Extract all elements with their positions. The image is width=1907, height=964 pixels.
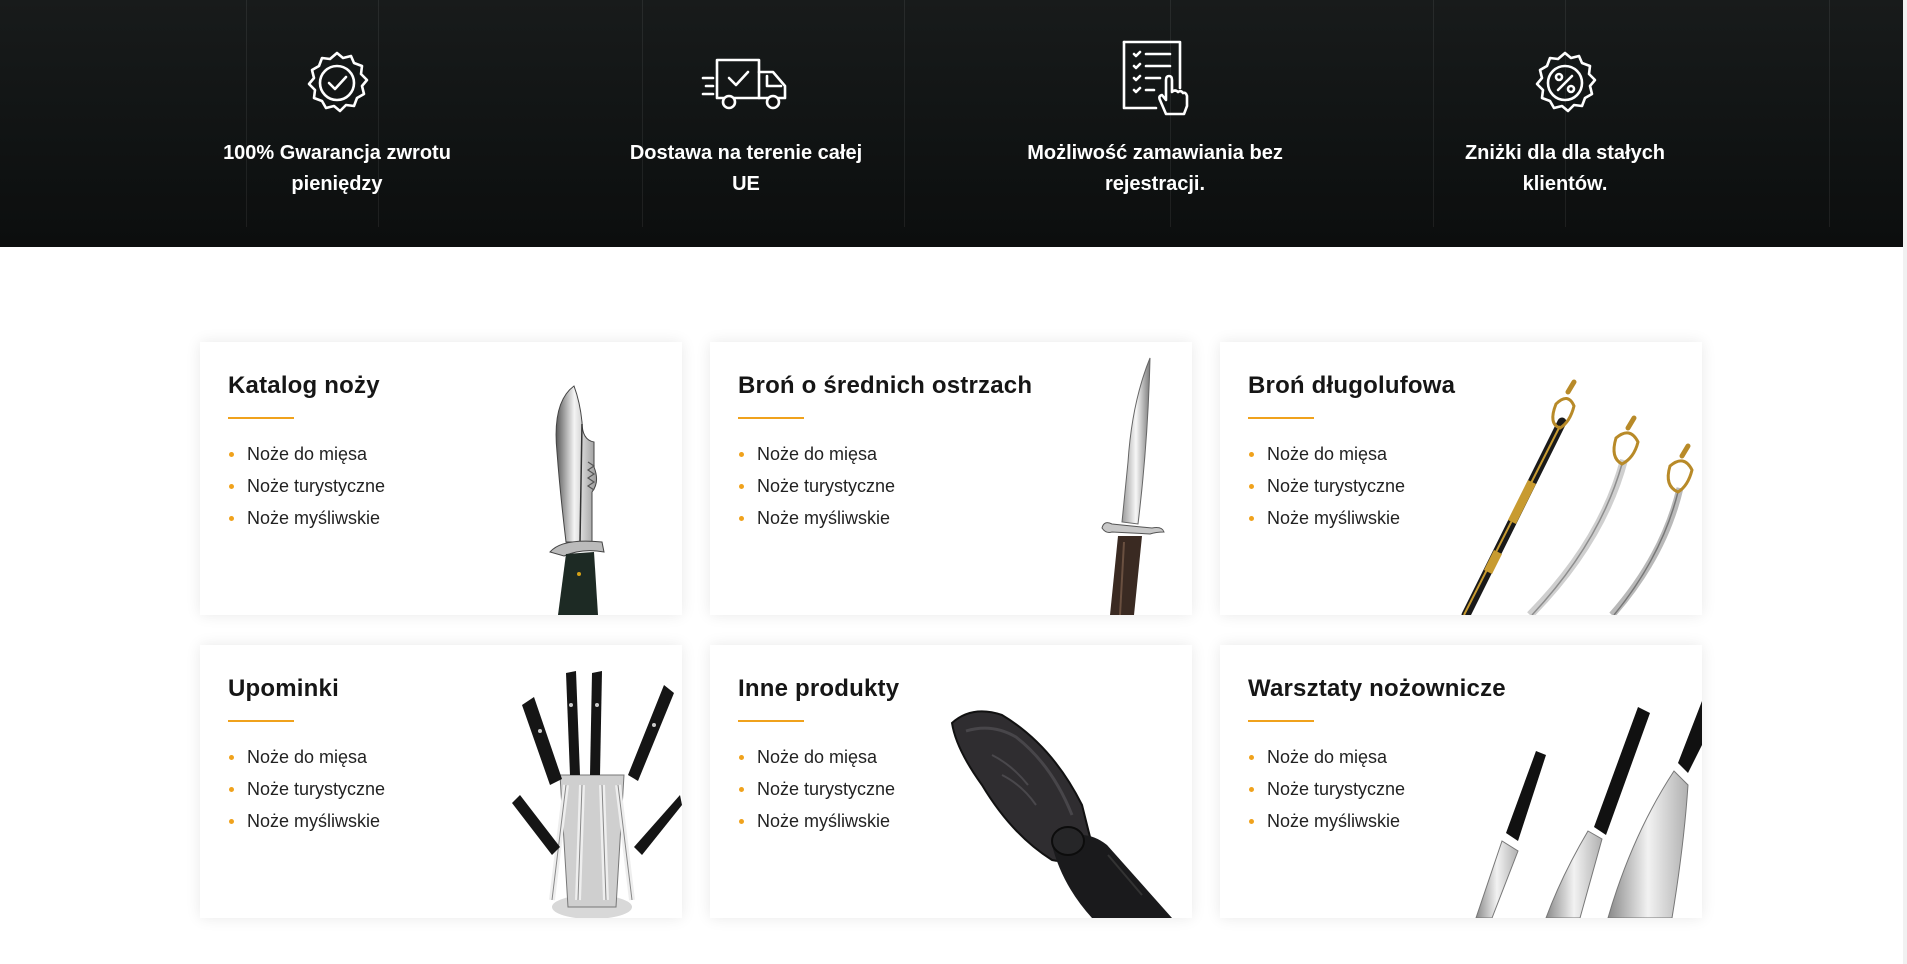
bullet-icon (739, 516, 744, 521)
subcategory-link[interactable]: Noże do mięsa (738, 438, 895, 470)
hunting-knife-image (549, 385, 605, 615)
subcategory-link[interactable]: Noże myśliwskie (1248, 502, 1405, 534)
subcategory-link[interactable]: Noże do mięsa (1248, 438, 1405, 470)
category-card-medium-blades[interactable]: Broń o średnich ostrzach Noże do mięsa N… (710, 342, 1192, 615)
bullet-icon (1249, 787, 1254, 792)
subcategory-link[interactable]: Noże do mięsa (228, 741, 385, 773)
category-card-knife-catalog[interactable]: Katalog noży Noże do mięsa Noże turystyc… (200, 342, 682, 615)
bullet-icon (739, 452, 744, 457)
subcategory-link[interactable]: Noże do mięsa (1248, 741, 1405, 773)
bullet-icon (229, 516, 234, 521)
bullet-icon (1249, 452, 1254, 457)
card-title[interactable]: Broń długolufowa (1248, 372, 1455, 400)
category-card-gifts[interactable]: Upominki Noże do mięsa Noże turystyczne … (200, 645, 682, 918)
feature-text: Zniżki dla dla stałych klientów. (1464, 142, 1666, 195)
bullet-icon (739, 819, 744, 824)
subcategory-link[interactable]: Noże myśliwskie (738, 502, 895, 534)
sabres-image (1461, 379, 1694, 615)
title-underline (1248, 417, 1314, 419)
bullet-icon (739, 787, 744, 792)
feature-text: Możliwość zamawiania bez rejestracji. (1027, 142, 1283, 195)
bullet-icon (1249, 755, 1254, 760)
bullet-icon (1249, 484, 1254, 489)
title-underline (228, 720, 294, 722)
feature-no-registration: Możliwość zamawiania bez rejestracji. (1005, 40, 1305, 200)
title-underline (228, 417, 294, 419)
features-band: 100% Gwarancja zwrotu pieniędzy Dostawa … (0, 0, 1903, 247)
category-card-long-weapons[interactable]: Broń długolufowa Noże do mięsa Noże tury… (1220, 342, 1702, 615)
bullet-icon (1249, 516, 1254, 521)
bullet-icon (229, 819, 234, 824)
checklist-order-icon (1005, 40, 1305, 116)
subcategory-link[interactable]: Noże myśliwskie (1248, 805, 1405, 837)
subcategory-link[interactable]: Noże turystyczne (1248, 773, 1405, 805)
delivery-truck-icon (596, 40, 896, 116)
subcategory-link[interactable]: Noże turystyczne (738, 773, 895, 805)
feature-discounts: Zniżki dla dla stałych klientów. (1415, 40, 1715, 200)
subcategory-list: Noże do mięsa Noże turystyczne Noże myśl… (1248, 741, 1405, 837)
bullet-icon (739, 755, 744, 760)
title-underline (738, 720, 804, 722)
discount-percent-icon (1415, 40, 1715, 116)
subcategory-link[interactable]: Noże myśliwskie (228, 502, 385, 534)
knife-block-set-image (512, 671, 682, 918)
subcategory-link[interactable]: Noże myśliwskie (228, 805, 385, 837)
feature-money-back: 100% Gwarancja zwrotu pieniędzy (187, 40, 487, 200)
subcategory-link[interactable]: Noże turystyczne (1248, 470, 1405, 502)
bullet-icon (229, 484, 234, 489)
subcategory-link[interactable]: Noże turystyczne (228, 773, 385, 805)
subcategory-list: Noże do mięsa Noże turystyczne Noże myśl… (228, 438, 385, 534)
bullet-icon (739, 484, 744, 489)
feature-eu-delivery: Dostawa na terenie całej UE (596, 40, 896, 200)
bullet-icon (229, 755, 234, 760)
bullet-icon (229, 452, 234, 457)
subcategory-link[interactable]: Noże turystyczne (738, 470, 895, 502)
feature-text: 100% Gwarancja zwrotu pieniędzy (223, 142, 451, 195)
guarantee-badge-icon (187, 40, 487, 116)
feature-text: Dostawa na terenie całej UE (629, 142, 863, 195)
card-title[interactable]: Broń o średnich ostrzach (738, 372, 1032, 400)
subcategory-list: Noże do mięsa Noże turystyczne Noże myśl… (738, 741, 895, 837)
card-title[interactable]: Katalog noży (228, 372, 380, 400)
card-title[interactable]: Upominki (228, 675, 339, 703)
subcategory-link[interactable]: Noże turystyczne (228, 470, 385, 502)
category-card-other-products[interactable]: Inne produkty Noże do mięsa Noże turysty… (710, 645, 1192, 918)
card-title[interactable]: Warsztaty nożownicze (1248, 675, 1506, 703)
leather-sheath-image (950, 710, 1172, 918)
bullet-icon (229, 787, 234, 792)
subcategory-link[interactable]: Noże do mięsa (228, 438, 385, 470)
bullet-icon (1249, 819, 1254, 824)
subcategory-link[interactable]: Noże do mięsa (738, 741, 895, 773)
subcategory-link[interactable]: Noże myśliwskie (738, 805, 895, 837)
subcategory-list: Noże do mięsa Noże turystyczne Noże myśl… (738, 438, 895, 534)
scrollbar-track[interactable] (1903, 0, 1907, 964)
title-underline (1248, 720, 1314, 722)
subcategory-list: Noże do mięsa Noże turystyczne Noże myśl… (1248, 438, 1405, 534)
card-title[interactable]: Inne produkty (738, 675, 899, 703)
category-card-knife-workshops[interactable]: Warsztaty nożownicze Noże do mięsa Noże … (1220, 645, 1702, 918)
subcategory-list: Noże do mięsa Noże turystyczne Noże myśl… (228, 741, 385, 837)
title-underline (738, 417, 804, 419)
